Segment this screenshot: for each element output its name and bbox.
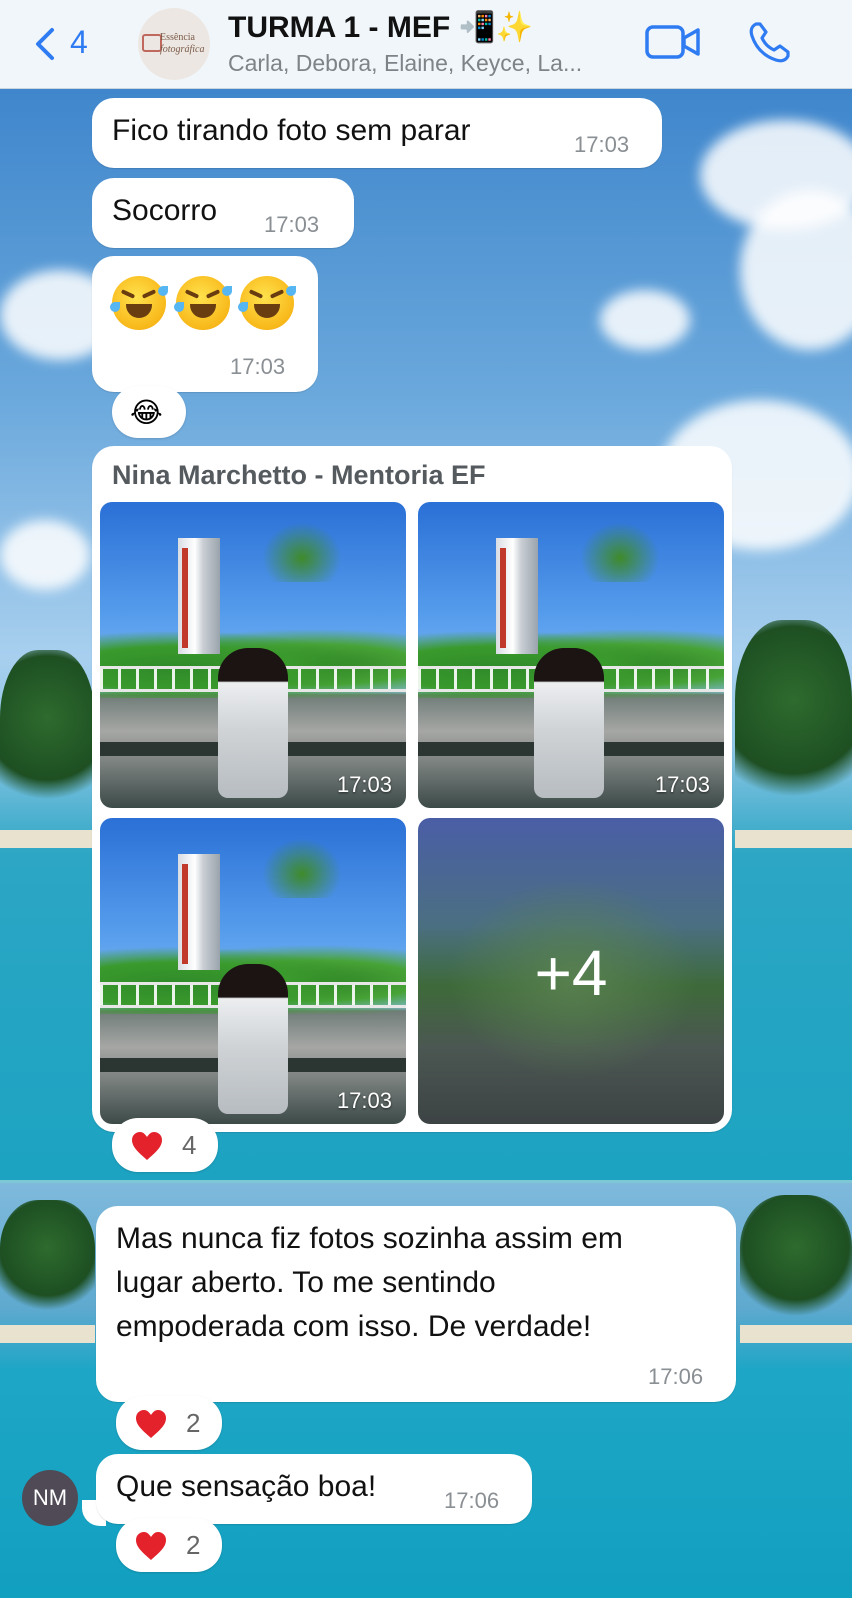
message-time: 17:03	[230, 354, 286, 379]
message-time: 17:03	[264, 212, 320, 237]
message-bubble[interactable]: Fico tirando foto sem parar 17:03	[92, 98, 662, 168]
sender-name[interactable]: Nina Marchetto - Mentoria EF	[112, 460, 486, 491]
chat-header: 4 Essência fotográfica TURMA 1 - MEF 📲✨ …	[0, 0, 852, 89]
reaction-pill[interactable]: 2	[116, 1396, 222, 1450]
group-title[interactable]: TURMA 1 - MEF 📲✨	[228, 10, 533, 45]
photo-thumbnail[interactable]: 17:03	[418, 502, 724, 808]
photo-album-bubble[interactable]: Nina Marchetto - Mentoria EF 17:03 17:03…	[92, 446, 732, 1132]
camera-logo-icon	[142, 34, 162, 52]
photo-time: 17:03	[336, 772, 392, 797]
message-bubble[interactable]: Socorro 17:03	[92, 178, 354, 248]
rofl-emoji	[238, 276, 296, 330]
message-text: Fico tirando foto sem parar	[112, 114, 471, 147]
chevron-left-icon[interactable]	[26, 22, 66, 66]
group-avatar[interactable]: Essência fotográfica	[138, 8, 210, 80]
sender-avatar[interactable]: NM	[22, 1470, 78, 1526]
reaction-count: 2	[186, 1530, 201, 1560]
reaction-pill[interactable]: 4	[112, 1118, 218, 1172]
rofl-emoji	[174, 276, 232, 330]
red-heart-icon	[136, 1410, 166, 1438]
avatar-logo-text-2: fotográfica	[160, 44, 205, 55]
photo-thumbnail[interactable]: 17:03	[100, 502, 406, 808]
message-text-line: Mas nunca fiz fotos sozinha assim em	[116, 1222, 623, 1255]
rofl-emoji	[110, 276, 168, 330]
reaction-pill[interactable]: 2	[116, 1518, 222, 1572]
message-text-line: lugar aberto. To me sentindo	[116, 1266, 496, 1299]
red-heart-icon	[136, 1532, 166, 1560]
message-time: 17:03	[574, 132, 630, 157]
photo-time: 17:03	[654, 772, 710, 797]
message-time: 17:06	[648, 1364, 704, 1389]
message-text-line: empoderada com isso. De verdade!	[116, 1310, 592, 1343]
unread-count[interactable]: 4	[70, 24, 88, 61]
message-time: 17:06	[444, 1488, 500, 1513]
joy-emoji: 😂	[130, 396, 163, 429]
emoji-message-bubble[interactable]: 17:03	[92, 256, 318, 392]
message-bubble[interactable]: Mas nunca fiz fotos sozinha assim em lug…	[96, 1206, 736, 1402]
group-members[interactable]: Carla, Debora, Elaine, Keyce, La...	[228, 50, 582, 77]
message-text: Que sensação boa!	[116, 1470, 377, 1503]
more-photos-thumbnail[interactable]: +4	[418, 818, 724, 1124]
avatar-logo-text-1: Essência	[160, 32, 195, 43]
red-heart-icon	[132, 1132, 162, 1160]
reaction-pill[interactable]: 😂	[112, 386, 186, 438]
reaction-count: 2	[186, 1408, 201, 1438]
phone-icon[interactable]	[746, 20, 792, 66]
message-text: Socorro	[112, 194, 218, 227]
message-bubble[interactable]: Que sensação boa! 17:06	[96, 1454, 532, 1524]
photo-time: 17:03	[336, 1088, 392, 1113]
more-photos-count: +4	[534, 937, 608, 1009]
reaction-count: 4	[182, 1130, 197, 1160]
photo-thumbnail[interactable]: 17:03	[100, 818, 406, 1124]
video-camera-icon[interactable]	[644, 22, 702, 62]
